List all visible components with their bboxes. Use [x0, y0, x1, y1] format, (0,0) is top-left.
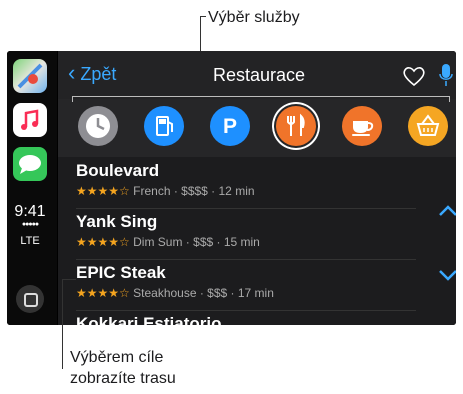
category-shopping-button[interactable] [408, 106, 448, 146]
messages-app-icon[interactable] [13, 147, 47, 181]
back-button[interactable]: ‹ Zpět [68, 62, 117, 85]
microphone-icon[interactable] [438, 62, 454, 88]
carplay-screen: 9:41 ●●●●● LTE ‹ Zpět Restaurace P Boule… [7, 51, 456, 325]
scroll-down-chevron-icon[interactable] [436, 267, 456, 283]
list-item[interactable]: Boulevard ★★★★☆ French · $$$$ · 12 min [76, 157, 416, 209]
restaurant-name: EPIC Steak [76, 263, 166, 282]
clock-time: 9:41 [14, 203, 46, 220]
navigation-bar: ‹ Zpět Restaurace [58, 51, 456, 99]
music-note-icon [21, 109, 39, 130]
home-square-icon [24, 293, 38, 307]
message-bubble-icon [19, 155, 41, 174]
maps-app-icon[interactable] [13, 59, 47, 93]
category-recent-button[interactable] [78, 106, 118, 146]
callout-line [62, 279, 63, 369]
callout-line [62, 279, 76, 280]
network-type: LTE [20, 235, 40, 247]
signal-strength: ●●●●● [21, 221, 39, 228]
home-button[interactable] [16, 285, 44, 313]
coffee-icon [352, 121, 374, 136]
callout-bracket [72, 96, 450, 97]
restaurant-name: Kokkari Estiatorio [76, 314, 222, 325]
music-app-icon[interactable] [13, 103, 47, 137]
heart-icon[interactable] [401, 64, 427, 88]
fuel-icon [156, 116, 173, 136]
category-coffee-button[interactable] [342, 106, 382, 146]
restaurant-info: ★★★★☆ French · $$$$ · 12 min [76, 184, 255, 198]
rating-stars: ★★★★☆ [76, 235, 130, 249]
sidebar: 9:41 ●●●●● LTE [7, 51, 57, 325]
callout-line [200, 16, 206, 17]
list-item[interactable]: EPIC Steak ★★★★☆ Steakhouse · $$$ · 17 m… [76, 259, 416, 311]
category-restaurants-button[interactable] [276, 106, 316, 146]
basket-icon [416, 114, 440, 136]
page-title: Restaurace [213, 65, 306, 85]
list-item[interactable]: Kokkari Estiatorio [76, 310, 416, 325]
restaurant-details: Steakhouse · $$$ · 17 min [133, 286, 274, 300]
maps-icon [17, 63, 43, 89]
restaurant-name: Yank Sing [76, 212, 158, 231]
callout-destination-line2: zobrazíte trasu [70, 370, 176, 387]
restaurant-details: French · $$$$ · 12 min [133, 184, 255, 198]
rating-stars: ★★★★☆ [76, 184, 130, 198]
rating-stars: ★★★★☆ [76, 286, 130, 300]
back-chevron-icon: ‹ [68, 60, 76, 85]
back-label: Zpět [80, 64, 117, 84]
scroll-up-chevron-icon[interactable] [436, 203, 456, 219]
category-fuel-button[interactable] [144, 106, 184, 146]
clock-icon [86, 114, 110, 138]
restaurant-info: ★★★★☆ Dim Sum · $$$ · 15 min [76, 235, 260, 249]
callout-bracket [72, 96, 73, 102]
callout-service-selection: Výběr služby [208, 9, 300, 26]
restaurant-list: Boulevard ★★★★☆ French · $$$$ · 12 min Y… [58, 157, 456, 325]
restaurant-details: Dim Sum · $$$ · 15 min [133, 235, 260, 249]
parking-icon: P [222, 115, 237, 138]
fork-knife-icon [287, 113, 305, 136]
main-panel: ‹ Zpět Restaurace P Boulevard ★★★★☆ Fren… [58, 51, 456, 325]
restaurant-info: ★★★★☆ Steakhouse · $$$ · 17 min [76, 286, 274, 300]
callout-destination-line1: Výběrem cíle [70, 349, 164, 366]
list-item[interactable]: Yank Sing ★★★★☆ Dim Sum · $$$ · 15 min [76, 208, 416, 260]
category-parking-button[interactable]: P [210, 106, 250, 146]
callout-bracket [449, 96, 450, 102]
restaurant-name: Boulevard [76, 161, 160, 180]
